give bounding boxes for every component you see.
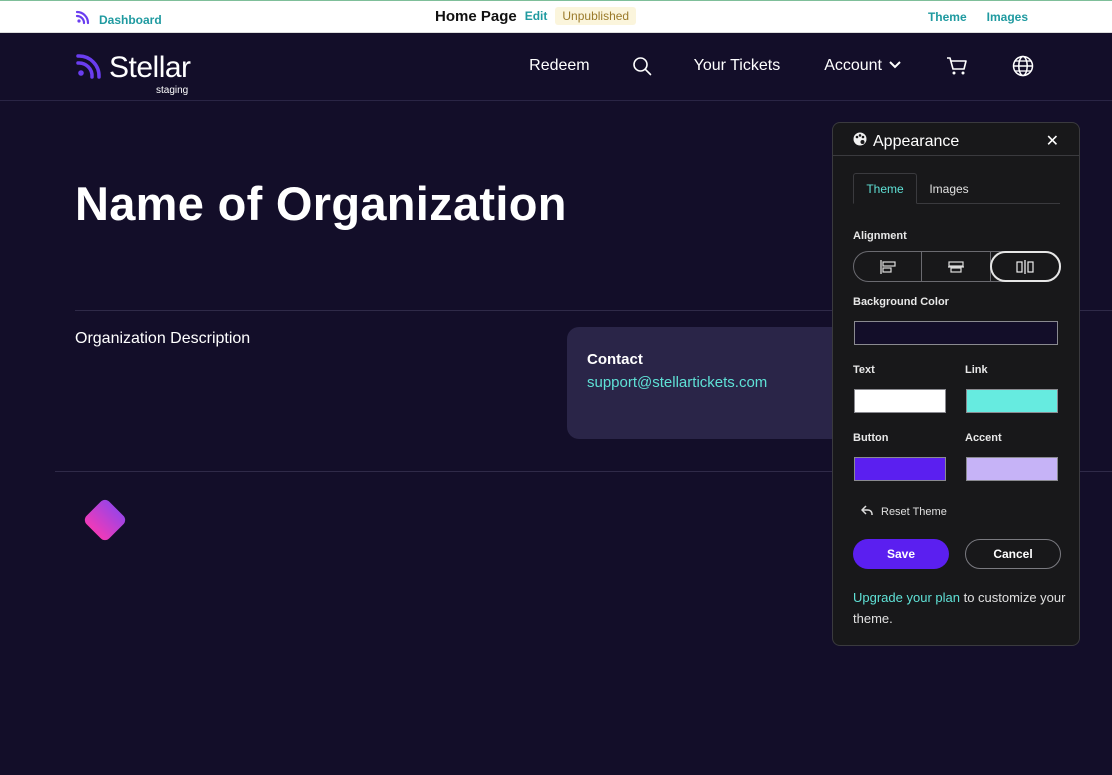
search-icon[interactable] bbox=[632, 56, 652, 76]
align-center-icon bbox=[947, 260, 964, 273]
organization-description: Organization Description bbox=[75, 330, 251, 347]
status-badge: Unpublished bbox=[555, 7, 637, 25]
button-color-label: Button bbox=[853, 432, 889, 444]
admin-bar: Dashboard Home Page Edit Unpublished The… bbox=[0, 0, 1112, 33]
link-color-swatch[interactable] bbox=[966, 389, 1058, 413]
stellar-logo-icon bbox=[75, 52, 103, 85]
alignment-selector bbox=[853, 251, 1061, 282]
panel-title-label: Appearance bbox=[873, 132, 960, 150]
alignment-label: Alignment bbox=[853, 230, 907, 242]
main-nav: Redeem Your Tickets Account bbox=[529, 55, 1034, 77]
nav-account-label: Account bbox=[824, 57, 882, 74]
site-logo[interactable]: Stellar staging bbox=[75, 51, 191, 96]
background-color-swatch[interactable] bbox=[854, 321, 1058, 345]
contact-label: Contact bbox=[587, 351, 643, 368]
contact-email-link[interactable]: support@stellartickets.com bbox=[587, 374, 847, 391]
align-left-icon bbox=[880, 259, 896, 274]
dashboard-label: Dashboard bbox=[99, 12, 162, 27]
brand-diamond-icon bbox=[77, 492, 133, 548]
page-title: Home Page bbox=[435, 7, 517, 25]
stellar-logo-icon bbox=[75, 9, 91, 30]
align-center-button[interactable] bbox=[922, 252, 991, 281]
dashboard-link[interactable]: Dashboard bbox=[75, 9, 162, 30]
nav-account[interactable]: Account bbox=[824, 57, 902, 75]
link-color-label: Link bbox=[965, 364, 988, 376]
page-status: Home Page Edit Unpublished bbox=[435, 7, 637, 25]
contact-card: Contact support@stellartickets.com bbox=[567, 327, 867, 439]
site-header: Stellar staging Redeem Your Tickets Acco… bbox=[0, 33, 1112, 101]
organization-name: Name of Organization bbox=[75, 177, 567, 230]
reset-theme-button[interactable]: Reset Theme bbox=[861, 505, 947, 519]
upgrade-notice: Upgrade your plan to customize your them… bbox=[853, 587, 1068, 629]
upgrade-plan-link[interactable]: Upgrade your plan bbox=[853, 590, 960, 605]
reset-theme-label: Reset Theme bbox=[881, 506, 947, 518]
panel-title: Appearance bbox=[853, 132, 959, 151]
admin-actions: Theme Images bbox=[928, 10, 1028, 24]
align-split-button[interactable] bbox=[989, 251, 1061, 282]
logo-wordmark: Stellar bbox=[109, 51, 191, 84]
palette-icon bbox=[853, 132, 867, 151]
tab-images[interactable]: Images bbox=[917, 173, 981, 204]
nav-redeem[interactable]: Redeem bbox=[529, 57, 589, 75]
edit-link[interactable]: Edit bbox=[525, 9, 548, 23]
close-icon[interactable]: ✕ bbox=[1046, 131, 1059, 151]
text-color-label: Text bbox=[853, 364, 875, 376]
cart-icon[interactable] bbox=[946, 56, 968, 76]
nav-your-tickets[interactable]: Your Tickets bbox=[694, 57, 781, 75]
accent-color-swatch[interactable] bbox=[966, 457, 1058, 481]
button-color-swatch[interactable] bbox=[854, 457, 946, 481]
cancel-button[interactable]: Cancel bbox=[965, 539, 1061, 569]
tab-theme[interactable]: Theme bbox=[853, 173, 917, 204]
appearance-panel: Appearance ✕ Theme Images Alignment Back… bbox=[832, 122, 1080, 646]
chevron-down-icon bbox=[888, 57, 902, 75]
undo-arrow-icon bbox=[861, 505, 873, 519]
images-link[interactable]: Images bbox=[987, 10, 1028, 24]
globe-icon[interactable] bbox=[1012, 55, 1034, 77]
panel-header: Appearance ✕ bbox=[833, 123, 1079, 156]
logo-staging-label: staging bbox=[156, 85, 189, 96]
theme-link[interactable]: Theme bbox=[928, 10, 967, 24]
align-split-icon bbox=[1016, 259, 1034, 274]
accent-color-label: Accent bbox=[965, 432, 1002, 444]
panel-tabs: Theme Images bbox=[853, 173, 1060, 204]
align-left-button[interactable] bbox=[854, 252, 923, 281]
background-color-label: Background Color bbox=[853, 296, 949, 308]
save-button[interactable]: Save bbox=[853, 539, 949, 569]
text-color-swatch[interactable] bbox=[854, 389, 946, 413]
